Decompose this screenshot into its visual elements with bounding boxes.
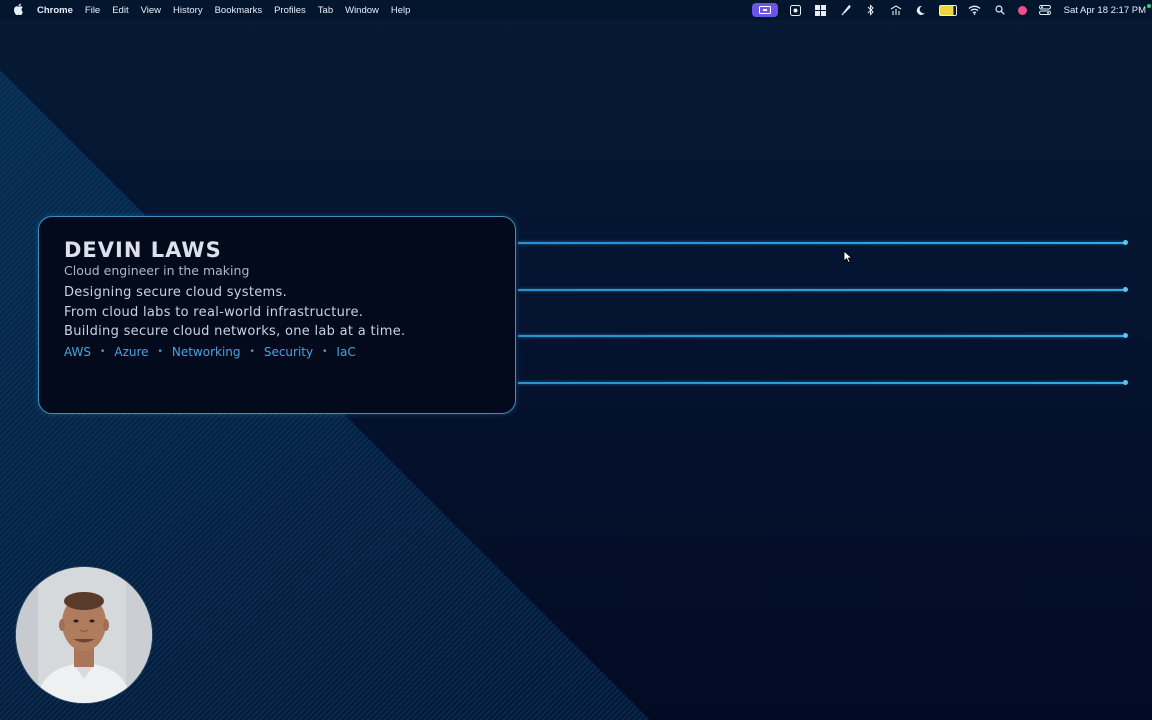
moon-icon[interactable] xyxy=(914,3,928,17)
connector-line-1 xyxy=(518,240,1128,245)
menu-history[interactable]: History xyxy=(173,5,203,16)
menu-bar: Chrome File Edit View History Bookmarks … xyxy=(0,0,1152,20)
connector-line-4 xyxy=(518,380,1128,385)
menu-tab[interactable]: Tab xyxy=(318,5,333,16)
menu-bookmarks[interactable]: Bookmarks xyxy=(215,5,263,16)
skill-tag-security: Security xyxy=(263,345,314,359)
tag-separator: • xyxy=(157,347,163,357)
wifi-icon[interactable] xyxy=(968,3,982,17)
connector-line-3 xyxy=(518,333,1128,338)
apple-menu-icon[interactable] xyxy=(13,3,25,18)
menu-help[interactable]: Help xyxy=(391,5,411,16)
bluetooth-icon[interactable] xyxy=(864,3,878,17)
menu-edit[interactable]: Edit xyxy=(112,5,128,16)
grid-icon[interactable] xyxy=(814,3,828,17)
mouse-pointer-icon xyxy=(843,250,853,264)
profile-name: DEVIN LAWS xyxy=(64,238,222,262)
menu-view[interactable]: View xyxy=(141,5,161,16)
menu-app-chrome[interactable]: Chrome xyxy=(37,5,73,16)
profile-tagline-2: From cloud labs to real-world infrastruc… xyxy=(64,305,364,320)
connector-end-dot xyxy=(1123,333,1128,338)
connector-end-dot xyxy=(1123,287,1128,292)
skill-tag-aws: AWS xyxy=(64,345,92,359)
battery-icon[interactable] xyxy=(938,4,957,16)
record-icon[interactable] xyxy=(1017,5,1027,15)
screenshot-icon[interactable] xyxy=(789,3,803,17)
status-area: Sat Apr 18 2:17 PM xyxy=(751,0,1152,20)
skill-tag-azure: Azure xyxy=(114,345,149,359)
control-center-icon[interactable] xyxy=(1038,3,1052,17)
connector-end-dot xyxy=(1123,240,1128,245)
skill-tag-iac: IaC xyxy=(336,345,356,359)
profile-tagline-1: Designing secure cloud systems. xyxy=(64,285,288,300)
menu-profiles[interactable]: Profiles xyxy=(274,5,306,16)
camera-in-use-indicator xyxy=(1147,4,1151,8)
menubar-clock[interactable]: Sat Apr 18 2:17 PM xyxy=(1064,5,1146,16)
tag-separator: • xyxy=(100,347,106,357)
profile-subtitle: Cloud engineer in the making xyxy=(64,263,250,278)
profile-tagline-3: Building secure cloud networks, one lab … xyxy=(64,324,406,339)
tag-separator: • xyxy=(322,347,328,357)
menu-file[interactable]: File xyxy=(85,5,100,16)
connector-line-2 xyxy=(518,287,1128,292)
skill-tags: AWS • Azure • Networking • Security • Ia… xyxy=(64,345,356,359)
connector-end-dot xyxy=(1123,380,1128,385)
screen-share-icon[interactable] xyxy=(751,3,778,17)
feather-icon[interactable] xyxy=(839,3,853,17)
presenter-avatar xyxy=(16,567,152,703)
skill-tag-networking: Networking xyxy=(171,345,241,359)
tag-separator: • xyxy=(249,347,255,357)
network-icon[interactable] xyxy=(889,3,903,17)
webcam-overlay xyxy=(16,567,152,703)
profile-card: DEVIN LAWS Cloud engineer in the making … xyxy=(38,216,516,414)
menu-window[interactable]: Window xyxy=(345,5,379,16)
search-icon[interactable] xyxy=(993,3,1007,17)
